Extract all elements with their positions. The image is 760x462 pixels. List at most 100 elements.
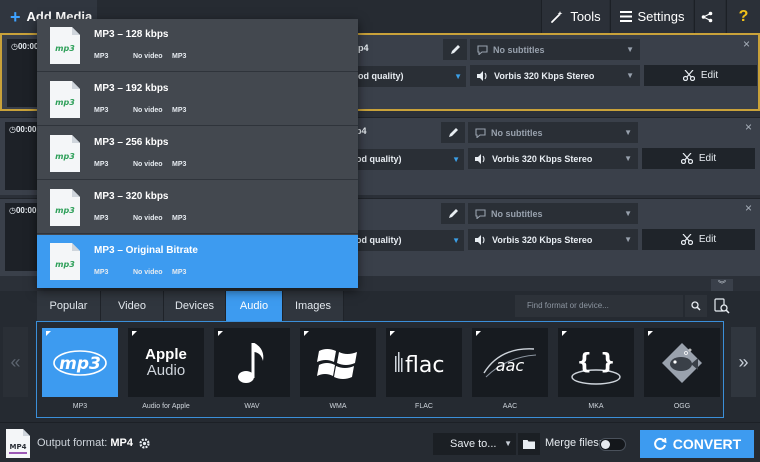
format-label: OGG [673, 403, 691, 410]
collapse-panel-button[interactable]: ︾ [711, 279, 733, 291]
tab-images[interactable]: Images [283, 291, 344, 321]
svg-text:flac: flac [405, 353, 444, 378]
audio-track-select[interactable]: Vorbis 320 Kbps Stereo ▼ [470, 65, 640, 86]
output-settings-button[interactable] [134, 433, 154, 453]
preset-title: MP3 – 256 kbps [94, 137, 169, 148]
format-flac[interactable]: flac FLAC [386, 328, 462, 410]
format-wma[interactable]: WMA [300, 328, 376, 410]
format-mka[interactable]: { } MKA [558, 328, 634, 410]
chevron-down-icon: ▼ [454, 72, 462, 81]
format-ogg[interactable]: OGG [644, 328, 720, 410]
scroll-right-button[interactable]: » [731, 327, 756, 397]
audio-track-select[interactable]: Vorbis 320 Kbps Stereo ▼ [468, 229, 638, 250]
edit-button[interactable]: Edit [642, 229, 755, 250]
format-apple-audio[interactable]: Apple Audio Audio for Apple [128, 328, 204, 410]
format-label: MP3 [72, 403, 88, 410]
subtitles-select[interactable]: No subtitles ▼ [468, 122, 638, 143]
preset-option-selected[interactable]: mp3 MP3 – Original Bitrate MP3 No video … [37, 235, 358, 288]
scroll-left-button[interactable]: « [3, 327, 28, 397]
bottom-bar: MP4 Output format: MP4 Save to... ▼ Merge… [0, 422, 760, 462]
format-tile [300, 328, 376, 397]
share-button[interactable] [694, 0, 725, 33]
speech-bubble-icon [477, 44, 488, 55]
merge-files-toggle[interactable] [599, 438, 626, 451]
format-tile: mp3 [42, 328, 118, 397]
settings-button[interactable]: Settings [610, 0, 693, 33]
aac-logo-icon: aac [483, 347, 537, 377]
corner-mark [218, 331, 223, 336]
speech-bubble-icon [475, 127, 486, 138]
tab-devices[interactable]: Devices [164, 291, 226, 321]
ogg-fish-icon [662, 342, 702, 383]
preset-video: No video [133, 269, 163, 276]
video-thumbnail[interactable]: ◷00:00 [5, 203, 40, 271]
preset-option[interactable]: mp3 MP3 – 128 kbps MP3 No video MP3 [37, 19, 358, 72]
quality-select[interactable]: od quality) ▼ [356, 230, 464, 251]
mp3-file-icon: mp3 [50, 135, 80, 172]
format-tile: { } [558, 328, 634, 397]
subtitles-select[interactable]: No subtitles ▼ [468, 203, 638, 224]
format-label: MKA [588, 403, 604, 410]
pencil-icon [450, 45, 460, 54]
format-wav[interactable]: WAV [214, 328, 290, 410]
format-label: WMA [329, 403, 347, 410]
preset-audio: MP3 [172, 107, 187, 114]
preset-audio: MP3 [172, 269, 187, 276]
detect-device-button[interactable] [710, 295, 734, 317]
format-mp3[interactable]: mp3 MP3 [42, 328, 118, 410]
chevron-down-icon: ▼ [624, 235, 632, 244]
remove-file-icon[interactable]: × [745, 120, 752, 134]
tools-label: Tools [570, 9, 601, 24]
mp3-logo-icon: mp3 [53, 349, 107, 376]
edit-format-button[interactable] [443, 39, 467, 60]
subtitles-select[interactable]: No subtitles ▼ [470, 39, 640, 60]
chevron-down-icon: ▼ [624, 128, 632, 137]
svg-text:mp3: mp3 [55, 206, 75, 215]
format-aac[interactable]: aac AAC [472, 328, 548, 410]
preset-option[interactable]: mp3 MP3 – 192 kbps MP3 No video MP3 [37, 73, 358, 126]
preset-audio: MP3 [172, 215, 187, 222]
preset-title: MP3 – 192 kbps [94, 83, 169, 94]
format-tile [214, 328, 290, 397]
format-search-input[interactable]: Find format or device... [515, 295, 683, 317]
speaker-icon [477, 70, 487, 81]
tab-popular[interactable]: Popular [37, 291, 101, 321]
plus-icon: + [10, 6, 21, 27]
video-thumbnail[interactable]: ◷00:00 [5, 122, 40, 190]
corner-mark [476, 331, 481, 336]
edit-format-button[interactable] [441, 203, 465, 224]
folder-icon [523, 440, 535, 449]
toggle-knob [601, 440, 610, 449]
preset-title: MP3 – Original Bitrate [94, 245, 198, 256]
edit-button[interactable]: Edit [642, 148, 755, 169]
convert-button[interactable]: CONVERT [640, 430, 754, 458]
preset-codec: MP3 [94, 269, 109, 276]
save-to-select[interactable]: Save to... ▼ [433, 433, 516, 455]
tools-button[interactable]: Tools [541, 0, 609, 33]
tab-audio[interactable]: Audio [226, 291, 283, 321]
edit-format-button[interactable] [441, 122, 465, 143]
preset-video: No video [133, 161, 163, 168]
search-button[interactable] [685, 295, 707, 317]
preset-option[interactable]: mp3 MP3 – 320 kbps MP3 No video MP3 [37, 181, 358, 234]
menu-lines-icon [619, 11, 632, 22]
help-button[interactable]: ? [726, 0, 760, 33]
tab-video[interactable]: Video [101, 291, 164, 321]
preset-codec: MP3 [94, 53, 109, 60]
audio-track-select[interactable]: Vorbis 320 Kbps Stereo ▼ [468, 148, 638, 169]
clock-icon: ◷ [11, 42, 18, 51]
format-list: mp3 MP3 Apple Audio Audio for Apple WAV [36, 321, 724, 418]
remove-file-icon[interactable]: × [743, 37, 750, 51]
format-tile: flac [386, 328, 462, 397]
format-label: AAC [502, 403, 518, 410]
quality-select[interactable]: od quality) ▼ [358, 66, 466, 87]
mka-logo-icon: { } [571, 350, 621, 385]
format-label: Audio for Apple [142, 403, 190, 410]
quality-select[interactable]: od quality) ▼ [356, 149, 464, 170]
remove-file-icon[interactable]: × [745, 201, 752, 215]
edit-button[interactable]: Edit [644, 65, 757, 86]
preset-option[interactable]: mp3 MP3 – 256 kbps MP3 No video MP3 [37, 127, 358, 180]
corner-mark [390, 331, 395, 336]
open-folder-button[interactable] [518, 433, 540, 455]
corner-mark [132, 331, 137, 336]
